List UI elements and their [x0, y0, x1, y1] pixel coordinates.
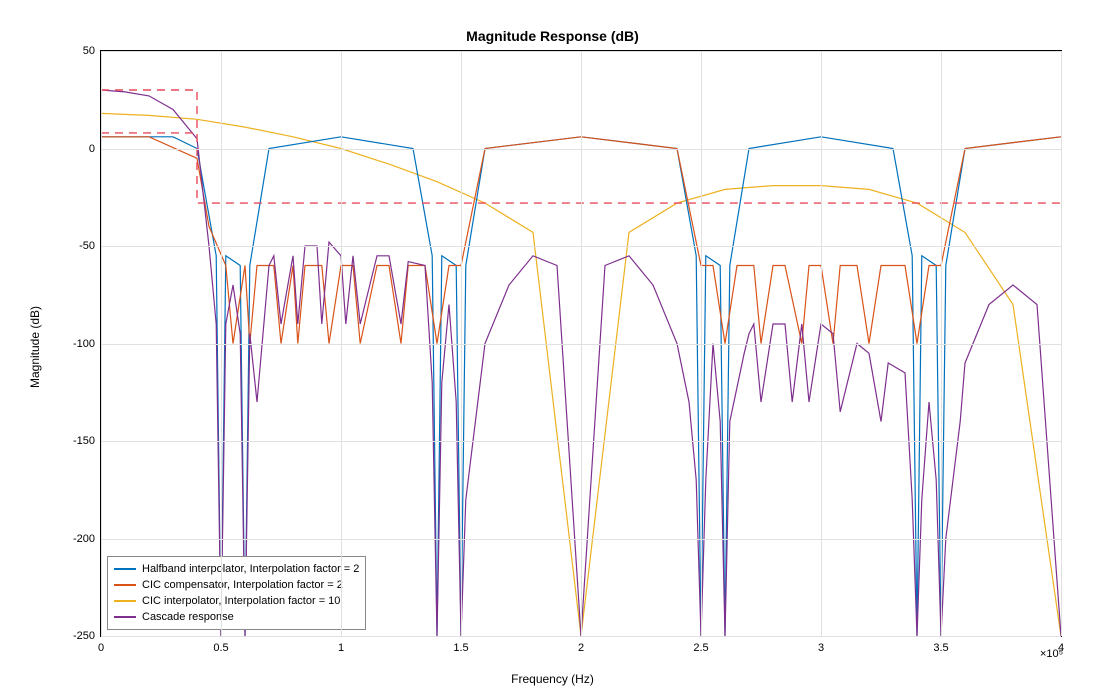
- x-tick-label: 3: [818, 642, 824, 654]
- legend-box[interactable]: Halfband interpolator, Interpolation fac…: [107, 556, 366, 630]
- legend-item: CIC interpolator, Interpolation factor =…: [114, 593, 359, 609]
- plot-axes[interactable]: Halfband interpolator, Interpolation fac…: [100, 50, 1062, 637]
- x-tick-label: 0.5: [213, 642, 228, 654]
- y-axis-label: Magnitude (dB): [28, 306, 42, 388]
- legend-label: CIC interpolator, Interpolation factor =…: [142, 595, 340, 607]
- x-tick-label: 1.5: [453, 642, 468, 654]
- x-tick-label: 0: [98, 642, 104, 654]
- legend-item: CIC compensator, Interpolation factor = …: [114, 577, 359, 593]
- x-exponent: ×10⁵: [1040, 648, 1063, 660]
- figure-window: Magnitude Response (dB) Halfband interpo…: [0, 0, 1105, 694]
- x-tick-label: 2.5: [693, 642, 708, 654]
- x-axis-label: Frequency (Hz): [511, 672, 594, 686]
- y-tick-label: -150: [73, 435, 95, 447]
- y-tick-label: 50: [83, 45, 95, 57]
- x-tick-label: 3.5: [933, 642, 948, 654]
- y-tick-label: 0: [89, 143, 95, 155]
- legend-label: Cascade response: [142, 611, 234, 623]
- y-tick-label: -200: [73, 533, 95, 545]
- legend-item: Cascade response: [114, 609, 359, 625]
- legend-label: CIC compensator, Interpolation factor = …: [142, 579, 343, 591]
- chart-title: Magnitude Response (dB): [0, 28, 1105, 44]
- legend-item: Halfband interpolator, Interpolation fac…: [114, 561, 359, 577]
- x-tick-label: 1: [338, 642, 344, 654]
- y-tick-label: -100: [73, 338, 95, 350]
- x-tick-label: 2: [578, 642, 584, 654]
- legend-label: Halfband interpolator, Interpolation fac…: [142, 563, 359, 575]
- y-tick-label: -250: [73, 630, 95, 642]
- y-tick-label: -50: [79, 240, 95, 252]
